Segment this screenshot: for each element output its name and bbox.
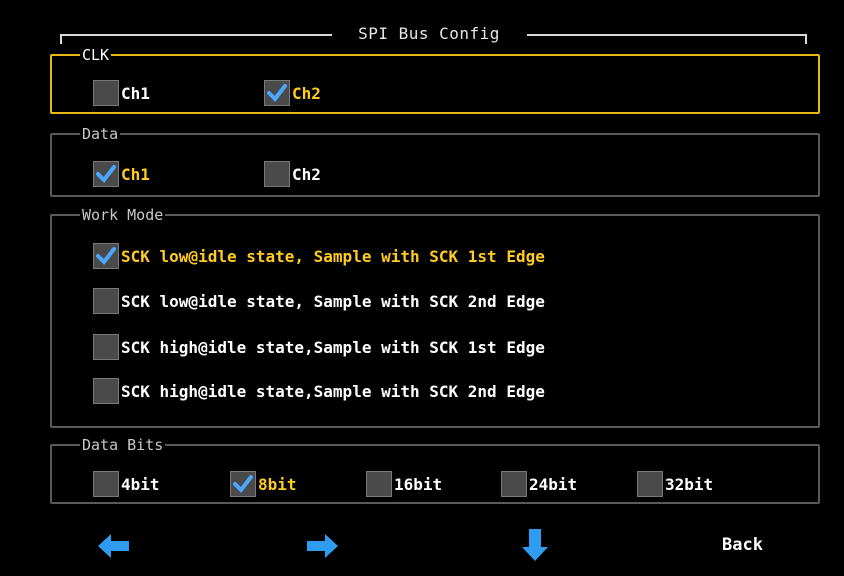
title-line-right [527,34,807,36]
checkbox-box [93,161,119,187]
checkbox-box [264,161,290,187]
data-ch2-label: Ch2 [292,164,321,184]
arrow-down-icon[interactable] [521,528,549,566]
back-button[interactable]: Back [722,535,763,555]
data-bits-label: 4bit [121,474,160,494]
checkbox-box [93,334,119,360]
work-mode-group-legend: Work Mode [82,206,164,224]
title-line-cap-right [805,34,807,44]
data-bits-16bit-checkbox[interactable]: 16bit [366,471,442,497]
checkbox-box [366,471,392,497]
checkbox-box [230,471,256,497]
data-bits-4bit-checkbox[interactable]: 4bit [93,471,160,497]
work-mode-option-label: SCK high@idle state,Sample with SCK 1st … [121,337,545,357]
check-icon [233,475,253,494]
data-bits-8bit-checkbox[interactable]: 8bit [230,471,297,497]
work-mode-option-1[interactable]: SCK low@idle state, Sample with SCK 1st … [93,243,545,269]
clk-group-legend: CLK [82,46,110,64]
data-group-legend: Data [82,125,119,143]
clk-ch1-checkbox[interactable]: Ch1 [93,80,150,106]
data-ch1-label: Ch1 [121,164,150,184]
checkbox-box [501,471,527,497]
work-mode-option-label: SCK low@idle state, Sample with SCK 2nd … [121,291,545,311]
data-bits-label: 16bit [394,474,443,494]
data-bits-label: 8bit [258,474,297,494]
arrow-left-icon[interactable] [97,533,131,563]
check-icon [267,84,287,103]
work-mode-option-4[interactable]: SCK high@idle state,Sample with SCK 2nd … [93,378,545,404]
data-bits-label: 32bit [665,474,714,494]
work-mode-option-2[interactable]: SCK low@idle state, Sample with SCK 2nd … [93,288,545,314]
work-mode-option-label: SCK low@idle state, Sample with SCK 1st … [121,246,545,266]
page-title: SPI Bus Config [358,24,500,43]
data-bits-group-legend: Data Bits [82,436,164,454]
check-icon [96,247,116,266]
data-bits-32bit-checkbox[interactable]: 32bit [637,471,713,497]
checkbox-box [93,80,119,106]
checkbox-box [93,288,119,314]
data-ch1-checkbox[interactable]: Ch1 [93,161,150,187]
clk-ch2-label: Ch2 [292,83,321,103]
clk-ch2-checkbox[interactable]: Ch2 [264,80,321,106]
work-mode-option-label: SCK high@idle state,Sample with SCK 2nd … [121,381,545,401]
work-mode-option-3[interactable]: SCK high@idle state,Sample with SCK 1st … [93,334,545,360]
checkbox-box [93,243,119,269]
checkbox-box [93,378,119,404]
spi-bus-config-screen: SPI Bus Config CLK Ch1 Ch2 Data Ch1 Ch2 … [0,0,844,576]
check-icon [96,165,116,184]
data-bits-label: 24bit [529,474,578,494]
title-line-left [60,34,332,36]
checkbox-box [93,471,119,497]
arrow-right-icon[interactable] [305,533,339,563]
data-bits-24bit-checkbox[interactable]: 24bit [501,471,577,497]
data-group: Data [50,127,820,197]
clk-group: CLK [50,48,820,114]
checkbox-box [264,80,290,106]
clk-ch1-label: Ch1 [121,83,150,103]
data-ch2-checkbox[interactable]: Ch2 [264,161,321,187]
checkbox-box [637,471,663,497]
